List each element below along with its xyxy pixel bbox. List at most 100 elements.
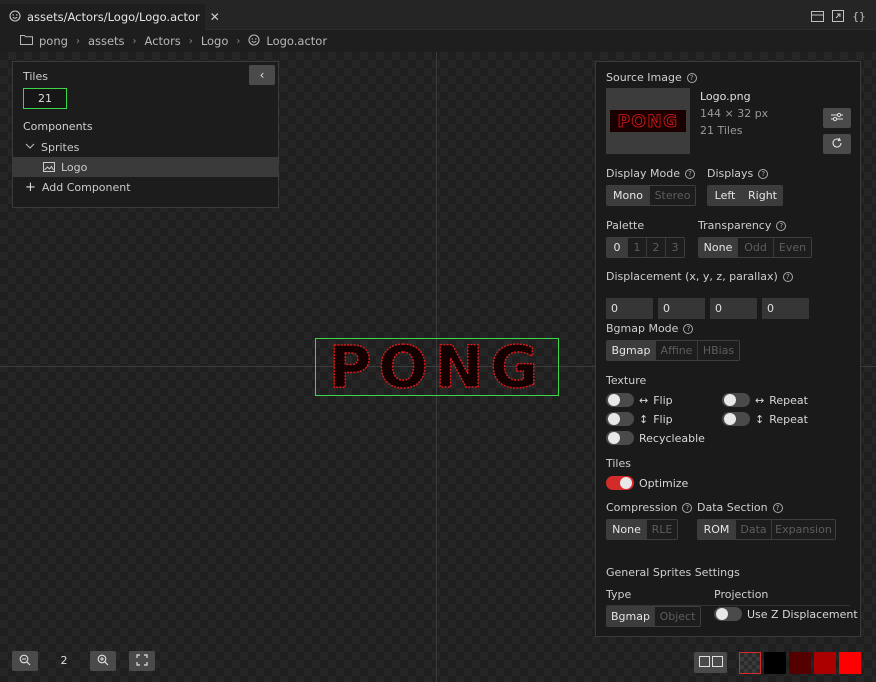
- repeat-horizontal-toggle[interactable]: ↔ Repeat: [722, 392, 808, 408]
- bgmap-mode-affine[interactable]: Affine: [655, 341, 697, 360]
- zoom-out-button[interactable]: [12, 651, 38, 671]
- close-icon[interactable]: ✕: [210, 10, 220, 24]
- toggle-switch[interactable]: [722, 393, 750, 407]
- tab-logo-actor[interactable]: assets/Actors/Logo/Logo.actor ✕: [0, 4, 220, 30]
- swatch-color-0[interactable]: [764, 652, 786, 674]
- swatch-color-3[interactable]: [839, 652, 861, 674]
- toggle-switch[interactable]: [606, 393, 634, 407]
- toggle-switch[interactable]: [714, 607, 742, 621]
- flip-horizontal-toggle[interactable]: ↔ Flip: [606, 392, 673, 408]
- help-icon[interactable]: ?: [686, 73, 697, 83]
- source-image-thumbnail[interactable]: PONG: [606, 88, 690, 154]
- breadcrumb-item-logo[interactable]: Logo: [201, 34, 229, 48]
- sprite-text: PONG: [329, 340, 545, 394]
- flip-vertical-toggle[interactable]: ↕ Flip: [606, 411, 673, 427]
- toggle-switch[interactable]: [722, 412, 750, 426]
- help-icon[interactable]: ?: [776, 221, 787, 231]
- data-section-expansion[interactable]: Expansion: [771, 520, 835, 539]
- source-tiles: 21 Tiles: [700, 124, 743, 137]
- breadcrumb-item-logo-actor[interactable]: Logo.actor: [248, 33, 327, 49]
- displacement-z-field[interactable]: 0: [710, 298, 757, 319]
- transparency-even[interactable]: Even: [773, 238, 811, 257]
- help-icon[interactable]: ?: [772, 503, 783, 513]
- tree-item-sprites[interactable]: Sprites: [13, 137, 278, 157]
- compression-rle[interactable]: RLE: [646, 520, 677, 539]
- toggle-switch[interactable]: [606, 412, 634, 426]
- palette-option-3[interactable]: 3: [665, 238, 684, 257]
- swatch-color-1[interactable]: [789, 652, 811, 674]
- sprite-type-object[interactable]: Object: [654, 607, 700, 626]
- zoom-in-button[interactable]: [90, 651, 116, 671]
- tiles-count-field[interactable]: 21: [23, 88, 67, 109]
- repeat-vertical-toggle[interactable]: ↕ Repeat: [722, 411, 808, 427]
- split-layout-icon[interactable]: [810, 10, 824, 22]
- bgmap-mode-hbias[interactable]: HBias: [697, 341, 739, 360]
- help-icon[interactable]: ?: [683, 324, 694, 334]
- swatch-transparent[interactable]: [739, 652, 761, 674]
- fit-to-screen-button[interactable]: [129, 651, 155, 671]
- display-mode-label: Display Mode?: [606, 167, 696, 180]
- help-icon[interactable]: ?: [758, 169, 769, 179]
- swatch-color-2[interactable]: [814, 652, 836, 674]
- toggle-switch[interactable]: [606, 431, 634, 445]
- palette-option-1[interactable]: 1: [627, 238, 646, 257]
- source-dimensions: 144 × 32 px: [700, 107, 769, 120]
- displacement-y-field[interactable]: 0: [658, 298, 705, 319]
- sprites-label: Sprites: [41, 140, 80, 154]
- data-section-data[interactable]: Data: [735, 520, 771, 539]
- use-z-displacement-toggle[interactable]: Use Z Displacement: [714, 606, 858, 622]
- editor-actions: {}: [810, 10, 866, 23]
- data-section-selector: ROM Data Expansion: [697, 519, 836, 540]
- image-settings-button[interactable]: [823, 108, 851, 128]
- chevron-right-icon: ›: [236, 35, 241, 47]
- breadcrumb-item-assets[interactable]: assets: [88, 34, 125, 48]
- display-mode-mono[interactable]: Mono: [607, 186, 649, 205]
- code-braces-icon[interactable]: {}: [852, 10, 866, 23]
- image-icon: [43, 162, 55, 172]
- help-icon[interactable]: ?: [685, 169, 696, 179]
- plus-icon: +: [25, 179, 36, 195]
- palette-option-2[interactable]: 2: [646, 238, 665, 257]
- displays-left[interactable]: Left: [708, 186, 742, 205]
- compression-selector: None RLE: [606, 519, 678, 540]
- optimize-toggle[interactable]: Optimize: [606, 475, 688, 491]
- components-panel: Tiles ‹ 21 Components Sprites Logo + Add…: [12, 61, 279, 208]
- palette-option-0[interactable]: 0: [607, 238, 627, 257]
- smiley-icon: [248, 33, 260, 49]
- displays-right[interactable]: Right: [742, 186, 782, 205]
- compression-none[interactable]: None: [607, 520, 646, 539]
- data-section-label: Data Section?: [697, 501, 783, 514]
- collapse-panel-button[interactable]: ‹: [249, 65, 275, 85]
- sprite-type-bgmap[interactable]: Bgmap: [607, 607, 654, 626]
- transparency-odd[interactable]: Odd: [737, 238, 773, 257]
- data-section-rom[interactable]: ROM: [698, 520, 735, 539]
- displacement-parallax-field[interactable]: 0: [762, 298, 809, 319]
- projection-label: Projection: [714, 588, 769, 601]
- display-mode-stereo[interactable]: Stereo: [649, 186, 695, 205]
- editor-canvas[interactable]: PONG Tiles ‹ 21 Components Sprites Logo …: [0, 52, 876, 682]
- displacement-x-field[interactable]: 0: [606, 298, 653, 319]
- add-component-button[interactable]: + Add Component: [13, 177, 278, 197]
- transparency-selector: None Odd Even: [698, 237, 812, 258]
- help-icon[interactable]: ?: [682, 503, 693, 513]
- toggle-switch[interactable]: [606, 476, 634, 490]
- bgmap-mode-selector: Bgmap Affine HBias: [606, 340, 740, 361]
- tab-bar: assets/Actors/Logo/Logo.actor ✕ {}: [0, 0, 876, 30]
- open-preview-icon[interactable]: [831, 10, 845, 22]
- add-component-label: Add Component: [41, 180, 131, 194]
- transparency-none[interactable]: None: [699, 238, 737, 257]
- bgmap-mode-bgmap[interactable]: Bgmap: [607, 341, 655, 360]
- zoom-level[interactable]: 2: [38, 651, 90, 671]
- type-label: Type: [606, 588, 632, 601]
- breadcrumb-item-pong[interactable]: pong: [20, 34, 68, 48]
- reload-image-button[interactable]: [823, 134, 851, 154]
- sprite-preview-logo[interactable]: PONG: [315, 338, 559, 396]
- breadcrumb-item-actors[interactable]: Actors: [145, 34, 181, 48]
- split-view-button[interactable]: [694, 652, 727, 673]
- palette-selector: 0 1 2 3: [606, 237, 685, 258]
- recycleable-toggle[interactable]: Recycleable: [606, 430, 705, 446]
- arrows-horizontal-icon: ↔: [639, 393, 649, 407]
- help-icon[interactable]: ?: [782, 272, 793, 282]
- arrows-vertical-icon: ↕: [755, 412, 765, 426]
- tree-item-logo[interactable]: Logo: [13, 157, 278, 177]
